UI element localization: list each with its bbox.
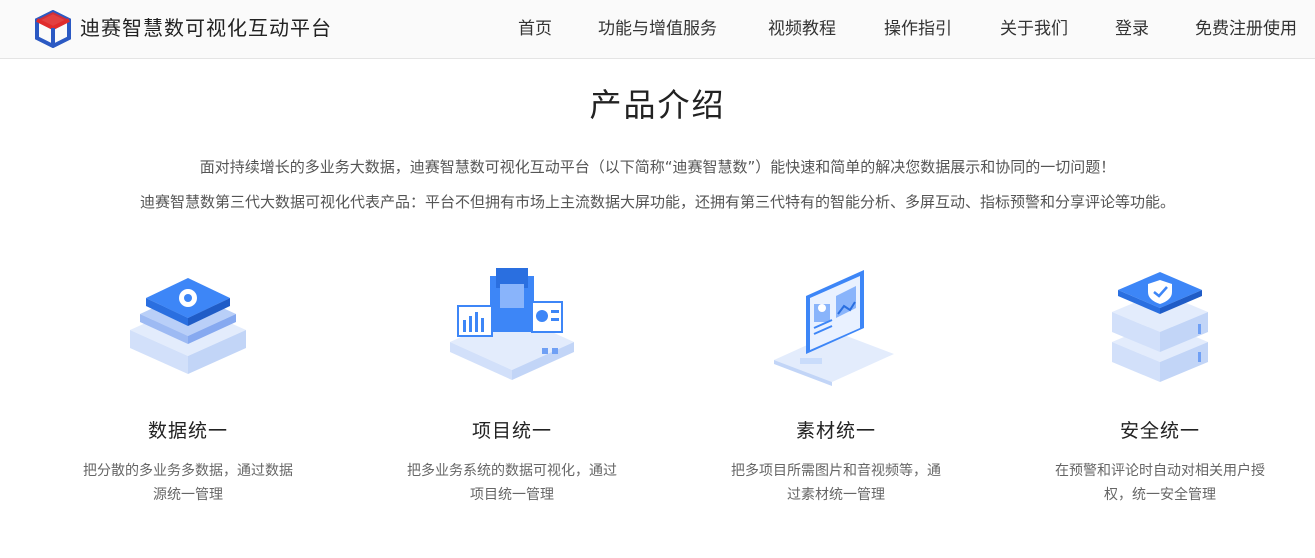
nav-register[interactable]: 免费注册使用 (1195, 17, 1297, 41)
feature-title: 项目统一 (471, 420, 552, 442)
nav-about-us[interactable]: 关于我们 (1000, 17, 1068, 41)
top-header: 迪赛智慧数可视化互动平台 首页 功能与增值服务 视频教程 操作指引 关于我们 登… (0, 0, 1315, 59)
nav-video-tutorials[interactable]: 视频教程 (768, 17, 836, 41)
intro-line-2: 迪赛智慧数第三代大数据可视化代表产品：平台不但拥有市场上主流数据大屏功能，还拥有… (139, 193, 1175, 211)
feature-title: 数据统一 (147, 420, 228, 442)
shield-server-icon (1112, 272, 1208, 382)
feature-card-assets: 素材统一 把多项目所需图片和音视频等，通过素材统一管理 (716, 258, 956, 507)
feature-desc: 把多业务系统的数据可视化，通过项目统一管理 (407, 463, 617, 503)
chip-dashboard-icon (450, 268, 574, 380)
feature-title: 安全统一 (1119, 420, 1200, 442)
feature-desc: 把多项目所需图片和音视频等，通过素材统一管理 (731, 463, 941, 503)
intro-line-1: 面对持续增长的多业务大数据，迪赛智慧数可视化互动平台（以下简称“迪赛智慧数”）能… (199, 158, 1116, 176)
feature-card-data: 数据统一 把分散的多业务多数据，通过数据源统一管理 (68, 258, 308, 507)
logo-cube-icon[interactable] (34, 10, 72, 48)
feature-card-project: 项目统一 把多业务系统的数据可视化，通过项目统一管理 (392, 258, 632, 507)
feature-card-security: 安全统一 在预警和评论时自动对相关用户授权，统一安全管理 (1040, 258, 1280, 507)
nav-home[interactable]: 首页 (518, 17, 552, 41)
nav-operation-guide[interactable]: 操作指引 (884, 17, 952, 41)
section-title: 产品介绍 (589, 86, 726, 124)
nav-login[interactable]: 登录 (1115, 17, 1149, 41)
brand-name[interactable]: 迪赛智慧数可视化互动平台 (80, 12, 332, 41)
nav-features-services[interactable]: 功能与增值服务 (598, 17, 717, 41)
gear-stack-icon (130, 278, 246, 374)
laptop-media-icon (774, 270, 894, 386)
feature-title: 素材统一 (795, 420, 876, 442)
feature-desc: 把分散的多业务多数据，通过数据源统一管理 (83, 463, 293, 503)
feature-desc: 在预警和评论时自动对相关用户授权，统一安全管理 (1055, 463, 1265, 503)
